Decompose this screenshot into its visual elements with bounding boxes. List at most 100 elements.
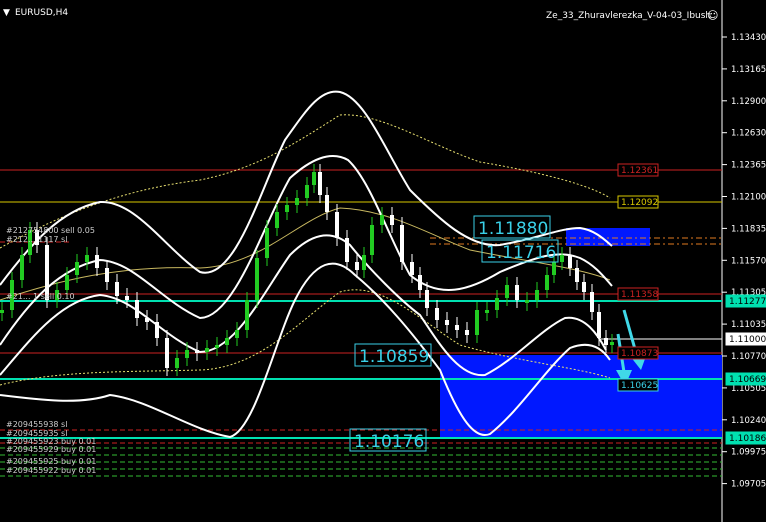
level-label-1-10176[interactable]: 1.10176 [354,432,424,452]
chart-window[interactable]: #212754800 sell 0.05 #212... 1117 sl #21… [0,0,766,522]
price-tag-1-10669[interactable]: 1.10669 [729,375,766,385]
order-label-sell-2[interactable]: #21... 1 sell 0.10 [6,292,75,301]
candle-body [65,275,69,290]
candle-body [318,172,322,195]
candle-body [610,342,614,345]
smiley-icon[interactable]: ☺ [707,9,718,22]
candle-body [325,195,329,212]
level-label-1-11880[interactable]: 1.11880 [478,219,548,239]
order-label-buy-3[interactable]: #209455925 buy 0.01 [6,457,96,466]
candle-body [125,296,129,300]
order-label-sl-1[interactable]: #212... 1117 sl [6,235,67,244]
level-label-1-11716[interactable]: 1.11716 [486,243,556,263]
candle-body [545,275,549,290]
price-tag-1-12092[interactable]: 1.12092 [621,198,658,208]
axis-tick-label: 1.11835 [731,224,766,234]
candle-body [85,255,89,262]
axis-tick-label: 1.10770 [731,352,766,362]
candle-body [465,330,469,335]
candle-body [535,290,539,300]
candle-body [485,310,489,313]
candle-body [165,338,169,368]
axis-tick-label: 1.13165 [731,65,766,75]
order-label-sl-2[interactable]: #209455938 sl [6,420,67,429]
candle-body [380,215,384,225]
indicator-title: Ze_33_Zhuravlerezka_V-04-03_Ibush [546,11,711,21]
order-label-buy-4[interactable]: #209455922 buy 0.01 [6,466,96,475]
candle-body [275,212,279,228]
candle-body [215,345,219,348]
candle-body [495,298,499,310]
candle-body [285,205,289,212]
blue-zone-lower[interactable] [440,355,722,437]
candle-body [205,348,209,352]
order-label-buy-2[interactable]: #209455929 buy 0.01 [6,445,96,454]
candle-body [590,292,594,312]
candle-body [575,268,579,282]
axis-tick-label: 1.10240 [731,416,766,426]
candle-body [295,198,299,205]
candle-body [312,172,316,185]
candle-body [255,258,259,300]
candle-body [445,320,449,325]
price-tag-1-11358[interactable]: 1.11358 [621,290,658,300]
price-tag-1-11000[interactable]: 1.11000 [729,335,766,345]
candle-body [235,330,239,338]
candle-body [370,225,374,255]
candle-body [582,282,586,292]
candle-body [0,310,4,313]
axis-tick-label: 1.13430 [731,33,766,43]
price-tag-1-10186[interactable]: 1.10186 [729,434,766,444]
candle-body [245,300,249,330]
candle-body [20,255,24,280]
candle-body [195,350,199,353]
level-label-1-10859[interactable]: 1.10859 [359,347,429,367]
candle-body [265,228,269,258]
order-label-sell-1[interactable]: #212754800 sell 0.05 [6,226,95,235]
candle-body [355,262,359,270]
candle-body [552,262,556,275]
price-chart[interactable]: #212754800 sell 0.05 #212... 1117 sl #21… [0,0,766,522]
price-tag-1-10873[interactable]: 1.10873 [621,349,658,359]
candle-body [155,322,159,338]
candle-body [418,275,422,290]
axis-tick-label: 1.12900 [731,97,766,107]
candle-body [185,350,189,358]
axis-tick-label: 1.11035 [731,320,766,330]
axis-tick-label: 1.12630 [731,129,766,139]
candle-body [435,308,439,320]
candle-body [115,282,119,296]
candle-body [597,312,601,338]
candle-body [400,225,404,262]
symbol-title: EURUSD,H4 [15,8,68,18]
candle-body [515,285,519,300]
menu-arrow-icon[interactable]: ▼ [3,8,10,18]
candle-body [568,255,572,268]
price-tag-1-12361[interactable]: 1.12361 [621,166,658,176]
candle-body [95,255,99,268]
candle-body [175,358,179,368]
axis-tick-label: 1.12365 [731,161,766,171]
candle-body [410,262,414,275]
candle-body [335,212,339,238]
candle-body [455,325,459,330]
candle-body [105,268,109,282]
axis-tick-label: 1.09975 [731,448,766,458]
candle-body [225,338,229,345]
price-tag-1-11277[interactable]: 1.11277 [729,297,766,307]
candle-body [505,285,509,298]
candle-body [75,262,79,275]
candle-body [305,185,309,198]
candle-body [525,300,529,303]
axis-tick-label: 1.12100 [731,193,766,203]
candle-body [145,318,149,322]
candle-body [425,290,429,308]
candle-body [362,255,366,270]
candle-body [560,255,564,262]
price-tag-1-10625[interactable]: 1.10625 [621,381,658,391]
candle-body [135,300,139,318]
axis-tick-label: 1.09705 [731,480,766,490]
candle-body [604,338,608,345]
candle-body [475,310,479,335]
candle-body [390,215,394,225]
